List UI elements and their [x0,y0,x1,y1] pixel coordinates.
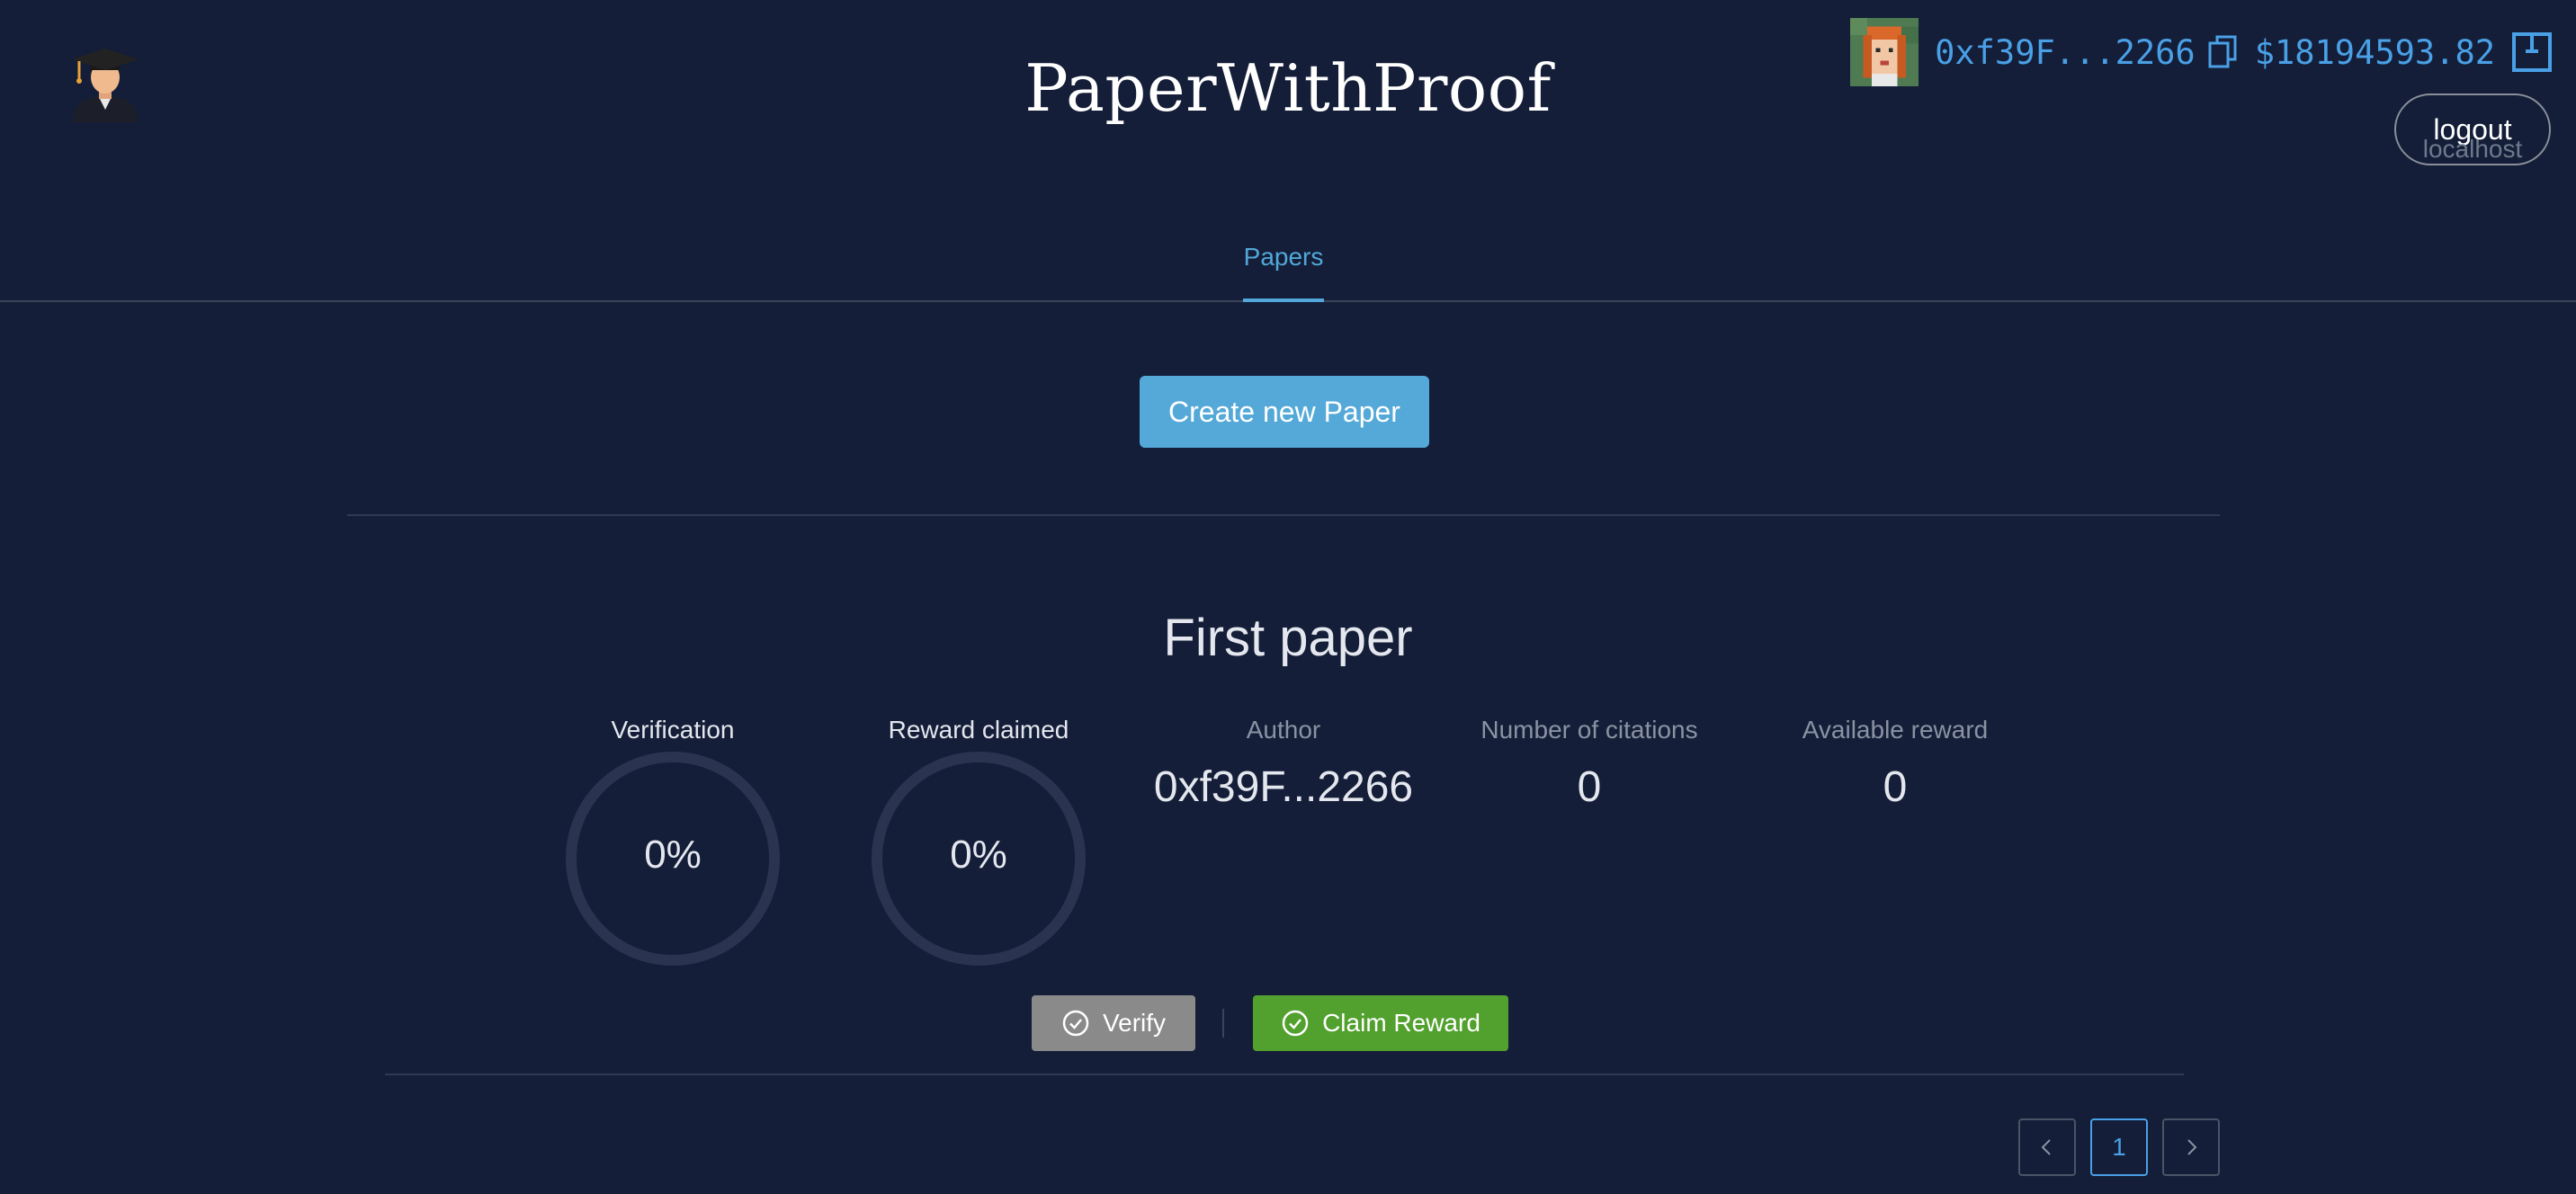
account-address: 0xf39F...2266 [1935,32,2196,72]
create-paper-button[interactable]: Create new Paper [1140,376,1429,448]
page: PaperWithProof 0xf39F...2266 $18194593.8… [0,0,2576,1194]
verify-button[interactable]: Verify [1032,995,1195,1051]
available-reward-value: 0 [1883,763,1908,811]
author-label: Author [1246,716,1321,744]
verification-value: 0% [644,833,702,877]
page-number-button[interactable]: 1 [2090,1118,2148,1176]
check-circle-icon [1282,1010,1309,1037]
reward-claimed-label: Reward claimed [888,716,1069,744]
check-circle-icon [1062,1010,1089,1037]
pixel-avatar-icon[interactable] [1850,18,1919,86]
network-label: localhost [2422,135,2523,163]
chevron-right-icon [2187,1139,2197,1155]
verification-label: Verification [611,716,735,744]
tab-active-underline [1243,298,1324,302]
tab-papers[interactable]: Papers [1243,243,1324,302]
section-divider [347,514,2220,516]
reward-claimed-value: 0% [950,833,1007,877]
button-separator [1222,1009,1224,1038]
logout-button[interactable]: logout localhost [2394,94,2551,165]
verify-label: Verify [1102,1009,1167,1037]
verification-progress-ring: 0% [564,750,782,967]
account-balance: $18194593.82 [2254,32,2495,72]
next-page-button[interactable] [2162,1118,2220,1176]
tab-papers-label: Papers [1243,243,1324,271]
wallet-icon[interactable] [2511,31,2553,73]
claim-reward-label: Claim Reward [1322,1009,1480,1037]
chevron-left-icon [2041,1139,2051,1155]
previous-page-button[interactable] [2018,1118,2076,1176]
reward-claimed-progress-ring: 0% [870,750,1087,967]
citations-label: Number of citations [1480,716,1698,744]
paper-title: First paper [1163,609,1413,667]
claim-reward-button[interactable]: Claim Reward [1253,995,1508,1051]
copy-icon[interactable] [2208,34,2239,70]
available-reward-label: Available reward [1802,716,1989,744]
account-bar: 0xf39F...2266 $18194593.82 [1850,18,2553,86]
card-divider [385,1074,2184,1075]
